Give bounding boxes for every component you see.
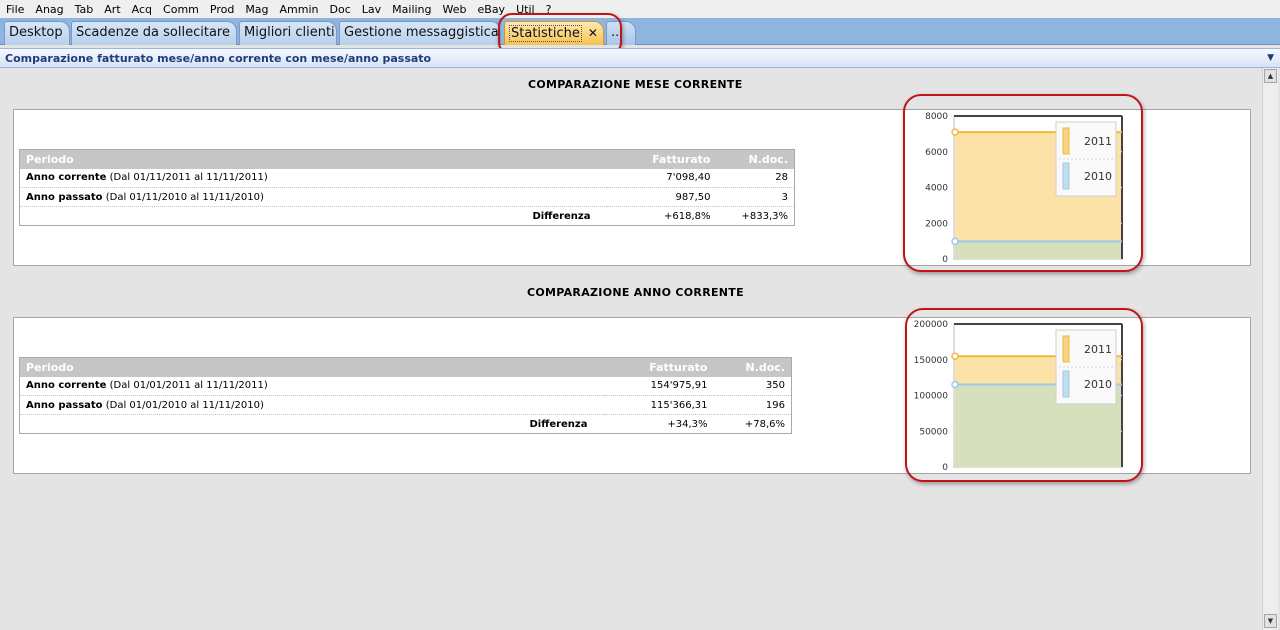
col-header-periodo: Periodo bbox=[19, 357, 604, 377]
menu-item-mailing[interactable]: Mailing bbox=[388, 3, 435, 16]
scroll-up-icon[interactable]: ▲ bbox=[1264, 69, 1277, 83]
row-period: Anno passato (Dal 01/11/2010 al 11/11/20… bbox=[19, 187, 607, 207]
row-period-label: Anno corrente bbox=[26, 380, 107, 392]
table-row: Anno corrente (Dal 01/11/2011 al 11/11/2… bbox=[19, 168, 795, 188]
row-fatturato: 987,50 bbox=[606, 187, 717, 207]
row-period-label: Anno passato bbox=[26, 191, 103, 203]
menu-item-file[interactable]: File bbox=[2, 3, 28, 16]
menu-item-anag[interactable]: Anag bbox=[31, 3, 67, 16]
menu-item-acq[interactable]: Acq bbox=[128, 3, 156, 16]
table-row: Anno corrente (Dal 01/01/2011 al 11/11/2… bbox=[19, 376, 792, 396]
tab-gestione-messaggistica[interactable]: Gestione messaggistica bbox=[339, 21, 501, 45]
row-fatturato: 115'366,31 bbox=[603, 395, 714, 415]
diff-fatturato: +618,8% bbox=[663, 210, 711, 222]
table-row: Anno passato (Dal 01/01/2010 al 11/11/20… bbox=[19, 395, 792, 415]
menu-item-ammin[interactable]: Ammin bbox=[276, 3, 323, 16]
vertical-scrollbar[interactable]: ▲ ▼ bbox=[1262, 68, 1278, 630]
tab-scadenze[interactable]: Scadenze da sollecitare bbox=[71, 21, 237, 45]
table-row-diff: Differenza +618,8% +833,3% bbox=[20, 207, 795, 226]
menu-item-comm[interactable]: Comm bbox=[159, 3, 203, 16]
row-period: Anno passato (Dal 01/01/2010 al 11/11/20… bbox=[19, 395, 604, 415]
year-table: Periodo Fatturato N.doc. Anno corrente (Dal… bbox=[19, 357, 792, 434]
row-ndoc: 196 bbox=[713, 395, 792, 415]
year-block-title: COMPARAZIONE ANNO CORRENTE bbox=[527, 286, 744, 299]
month-block-title: COMPARAZIONE MESE CORRENTE bbox=[528, 78, 743, 91]
col-header-fatturato: Fatturato bbox=[603, 357, 714, 377]
highlight-month-chart bbox=[903, 94, 1143, 272]
col-header-fatturato: Fatturato bbox=[606, 149, 717, 169]
section-header: Comparazione fatturato mese/anno corrent… bbox=[0, 48, 1280, 68]
tab-label: Scadenze da sollecitare bbox=[76, 25, 230, 40]
row-period: Anno corrente (Dal 01/11/2011 al 11/11/2… bbox=[19, 168, 607, 188]
section-title: Comparazione fatturato mese/anno corrent… bbox=[5, 52, 432, 65]
tab-strip: Desktop Scadenze da sollecitare Migliori… bbox=[0, 18, 1280, 45]
col-header-periodo: Periodo bbox=[19, 149, 607, 169]
tab-migliori-clienti[interactable]: Migliori clienti bbox=[239, 21, 337, 45]
tab-label: Desktop bbox=[9, 25, 63, 40]
col-header-ndoc: N.doc. bbox=[716, 149, 795, 169]
row-ndoc: 28 bbox=[716, 168, 795, 188]
table-row: Anno passato (Dal 01/11/2010 al 11/11/20… bbox=[19, 187, 795, 207]
tab-label: Gestione messaggistica bbox=[344, 25, 499, 40]
menu-item-art[interactable]: Art bbox=[100, 3, 124, 16]
menu-item-lav[interactable]: Lav bbox=[358, 3, 385, 16]
table-row-diff: Differenza +34,3% +78,6% bbox=[20, 415, 792, 434]
menu-item-mag[interactable]: Mag bbox=[241, 3, 272, 16]
diff-label: Differenza bbox=[532, 210, 591, 222]
tab-label: Migliori clienti bbox=[244, 25, 335, 40]
row-fatturato: 154'975,91 bbox=[603, 376, 714, 396]
row-period-range: (Dal 01/01/2010 al 11/11/2010) bbox=[105, 399, 264, 411]
row-period-range: (Dal 01/11/2010 al 11/11/2010) bbox=[105, 191, 264, 203]
col-header-ndoc: N.doc. bbox=[713, 357, 792, 377]
chevron-down-icon[interactable]: ▼ bbox=[1267, 53, 1274, 63]
row-ndoc: 350 bbox=[713, 376, 792, 396]
row-period-label: Anno passato bbox=[26, 399, 103, 411]
menu-item-prod[interactable]: Prod bbox=[206, 3, 238, 16]
row-ndoc: 3 bbox=[716, 187, 795, 207]
menu-item-doc[interactable]: Doc bbox=[326, 3, 355, 16]
row-fatturato: 7'098,40 bbox=[606, 168, 717, 188]
tab-desktop[interactable]: Desktop bbox=[4, 21, 70, 45]
diff-label: Differenza bbox=[529, 418, 588, 430]
row-period-range: (Dal 01/11/2011 al 11/11/2011) bbox=[109, 172, 268, 184]
diff-ndoc: +78,6% bbox=[744, 418, 785, 430]
row-period-label: Anno corrente bbox=[26, 172, 107, 184]
menu-item-tab[interactable]: Tab bbox=[71, 3, 98, 16]
diff-ndoc: +833,3% bbox=[741, 210, 788, 222]
menu-item-ebay[interactable]: eBay bbox=[474, 3, 510, 16]
month-table: Periodo Fatturato N.doc. Anno corrente (Dal… bbox=[19, 149, 795, 226]
highlight-year-chart bbox=[905, 308, 1143, 482]
scroll-down-icon[interactable]: ▼ bbox=[1264, 614, 1277, 628]
menu-item-web[interactable]: Web bbox=[439, 3, 471, 16]
table-header-row: Periodo Fatturato N.doc. bbox=[19, 357, 792, 377]
table-header-row: Periodo Fatturato N.doc. bbox=[19, 149, 795, 169]
row-period: Anno corrente (Dal 01/01/2011 al 11/11/2… bbox=[19, 376, 604, 396]
diff-fatturato: +34,3% bbox=[667, 418, 708, 430]
menu-bar: File Anag Tab Art Acq Comm Prod Mag Ammin Doc Lav M… bbox=[0, 0, 1280, 18]
row-period-range: (Dal 01/01/2011 al 11/11/2011) bbox=[109, 380, 268, 392]
